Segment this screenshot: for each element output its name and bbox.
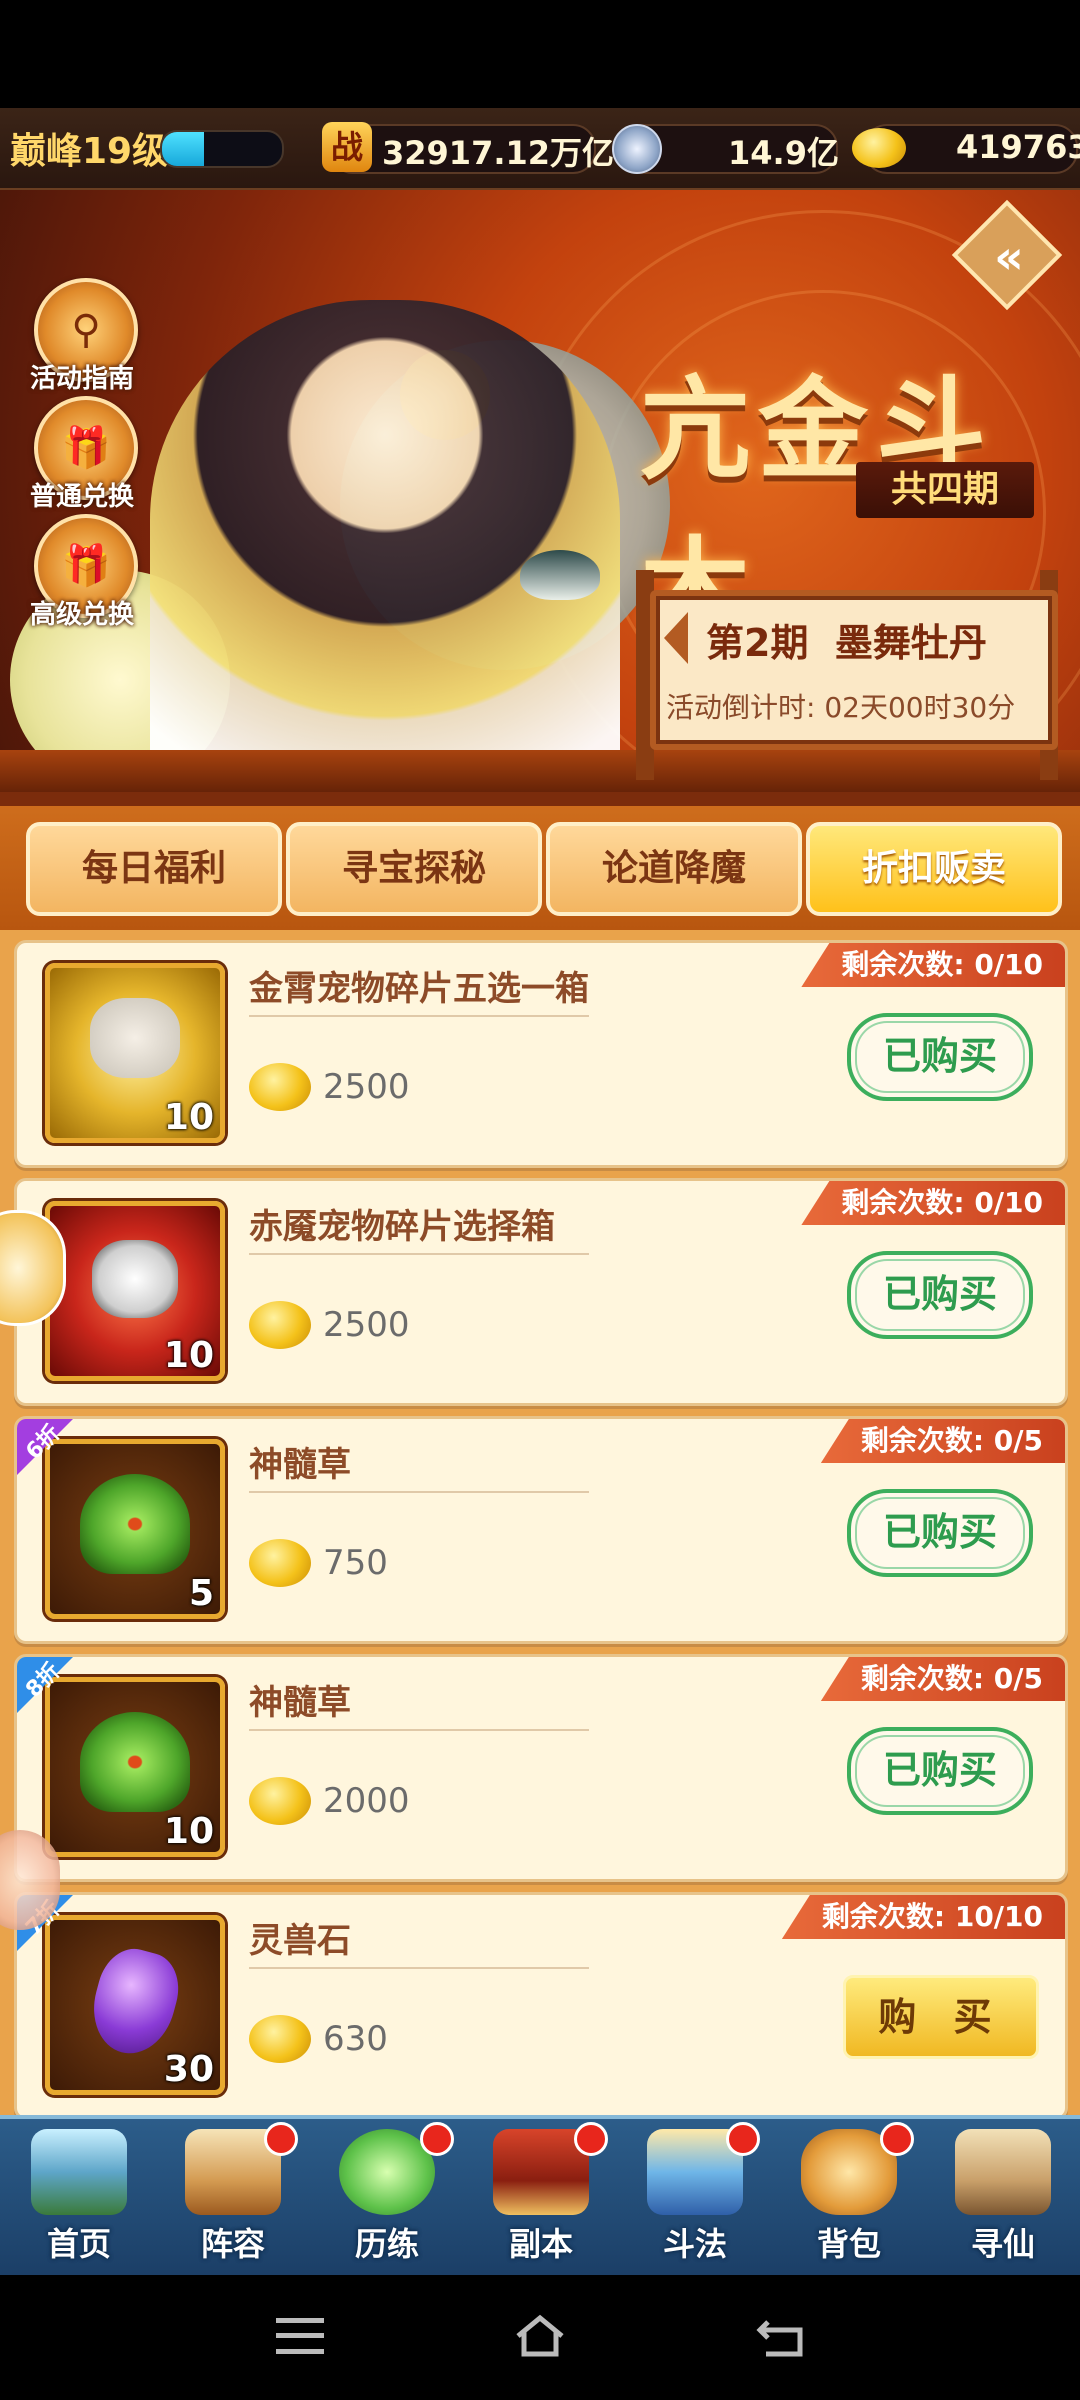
item-name: 赤魇宠物碎片选择箱	[249, 1207, 555, 1247]
nav-label: 背包	[816, 2225, 881, 2263]
nav-label: 斗法	[662, 2225, 727, 2263]
giftbox-icon: 🎁	[61, 543, 111, 589]
magnifier-icon: ⚲	[71, 307, 101, 353]
tab-daily-welfare[interactable]: 每日福利	[26, 822, 282, 916]
silver-coin-icon	[612, 124, 662, 174]
gold-ingot-icon	[249, 2015, 311, 2063]
divider	[249, 1491, 589, 1493]
gold-ingot-icon	[249, 1539, 311, 1587]
exp-bar-fill	[162, 132, 204, 166]
floating-avatar-widget[interactable]	[0, 1830, 60, 1930]
discount-ribbon: 8折	[17, 1657, 73, 1713]
tab-treasure-hunt[interactable]: 寻宝探秘	[286, 822, 542, 916]
list-item: 30 7折 灵兽石 630 剩余次数: 10/10 购 买	[14, 1892, 1068, 2120]
list-item: 10 8折 神髓草 2000 剩余次数: 0/5 已购买	[14, 1654, 1068, 1882]
remaining-count: 剩余次数: 10/10	[781, 1895, 1065, 1939]
countdown: 活动倒计时: 02天00时30分	[666, 691, 1016, 724]
gold-ingot-icon	[249, 1301, 311, 1349]
gold-ingot-icon	[249, 1777, 311, 1825]
item-name: 金霄宠物碎片五选一箱	[249, 969, 589, 1009]
discount-ribbon: 6折	[17, 1419, 73, 1475]
premium-exchange-label: 高级兑换	[29, 600, 134, 630]
divider	[249, 1015, 589, 1017]
nav-label: 寻仙	[970, 2225, 1035, 2263]
item-quantity: 10	[163, 1097, 214, 1138]
nav-label: 副本	[508, 2225, 573, 2263]
nav-label: 历练	[354, 2225, 419, 2263]
bought-button[interactable]: 已购买	[847, 1489, 1033, 1577]
item-name: 神髓草	[249, 1445, 351, 1485]
top-bezel	[0, 0, 1080, 108]
item-quantity: 5	[188, 1573, 214, 1614]
guide-label: 活动指南	[29, 364, 134, 394]
gold-value: 419763	[956, 128, 1080, 166]
bought-button[interactable]: 已购买	[847, 1251, 1033, 1339]
item-quantity: 10	[163, 1811, 214, 1852]
back-nav-icon[interactable]	[754, 2314, 806, 2358]
menu-icon[interactable]	[276, 2318, 324, 2354]
item-quantity: 30	[163, 2049, 214, 2090]
divider	[249, 1729, 589, 1731]
nav-label: 阵容	[200, 2225, 265, 2263]
home-icon-shape	[516, 2314, 564, 2357]
remaining-count: 剩余次数: 0/10	[801, 1181, 1065, 1225]
silver-value: 14.9亿	[728, 134, 839, 172]
item-name: 灵兽石	[249, 1921, 351, 1961]
notification-dot	[726, 2122, 760, 2156]
remaining-count: 剩余次数: 0/5	[820, 1657, 1065, 1701]
giftbox-icon: 🎁	[61, 425, 111, 471]
nav-seek-immortal[interactable]: 寻仙	[928, 2115, 1078, 2275]
list-item: 10 金霄宠物碎片五选一箱 2500 剩余次数: 0/10 已购买	[14, 940, 1068, 1168]
floating-pet-widget[interactable]	[0, 1210, 66, 1326]
scroll-icon	[955, 2129, 1051, 2215]
player-level: 巅峰19级	[10, 131, 169, 172]
event-subtitle: 共四期	[856, 462, 1034, 518]
battle-icon: 战	[322, 122, 372, 172]
tab-discount-sale[interactable]: 折扣贩卖	[806, 822, 1062, 916]
item-price: 630	[323, 2019, 388, 2059]
list-item: 5 6折 神髓草 750 剩余次数: 0/5 已购买	[14, 1416, 1068, 1644]
bought-button[interactable]: 已购买	[847, 1727, 1033, 1815]
nav-home[interactable]: 首页	[4, 2115, 154, 2275]
bought-button[interactable]: 已购买	[847, 1013, 1033, 1101]
item-quantity: 10	[163, 1335, 214, 1376]
divider	[249, 1967, 589, 1969]
notification-dot	[574, 2122, 608, 2156]
gold-ingot-icon	[852, 128, 906, 168]
mountain-home-icon	[31, 2129, 127, 2215]
nav-label: 首页	[46, 2225, 111, 2263]
item-name: 神髓草	[249, 1683, 351, 1723]
pet-face	[92, 1240, 178, 1318]
tab-strip-rail	[0, 792, 1080, 806]
remaining-count: 剩余次数: 0/5	[820, 1419, 1065, 1463]
bird	[520, 550, 600, 600]
item-price: 2500	[323, 1305, 410, 1345]
notification-dot	[420, 2122, 454, 2156]
back-nav-icon-shape	[756, 2320, 803, 2357]
list-item: 10 赤魇宠物碎片选择箱 2500 剩余次数: 0/10 已购买	[14, 1178, 1068, 1406]
notification-dot	[264, 2122, 298, 2156]
phase-prev-arrow-icon[interactable]	[664, 612, 688, 664]
item-price: 750	[323, 1543, 388, 1583]
gold-chest-icon[interactable]: 10	[45, 963, 225, 1143]
power-value: 32917.12万亿	[382, 134, 615, 172]
home-icon[interactable]	[514, 2314, 566, 2358]
exp-bar	[160, 130, 284, 168]
normal-exchange-label: 普通兑换	[29, 482, 134, 512]
item-price: 2500	[323, 1067, 410, 1107]
remaining-count: 剩余次数: 0/10	[801, 943, 1065, 987]
gold-ingot-icon	[249, 1063, 311, 1111]
notification-dot	[880, 2122, 914, 2156]
tab-demon-slaying[interactable]: 论道降魔	[546, 822, 802, 916]
pet-face	[90, 998, 180, 1078]
back-arrow-icon: «	[994, 230, 1024, 284]
buy-button[interactable]: 购 买	[843, 1975, 1039, 2059]
phase-name: 第2期 墨舞牡丹	[706, 621, 987, 665]
item-price: 2000	[323, 1781, 410, 1821]
red-chest-icon[interactable]: 10	[45, 1201, 225, 1381]
divider	[249, 1253, 589, 1255]
